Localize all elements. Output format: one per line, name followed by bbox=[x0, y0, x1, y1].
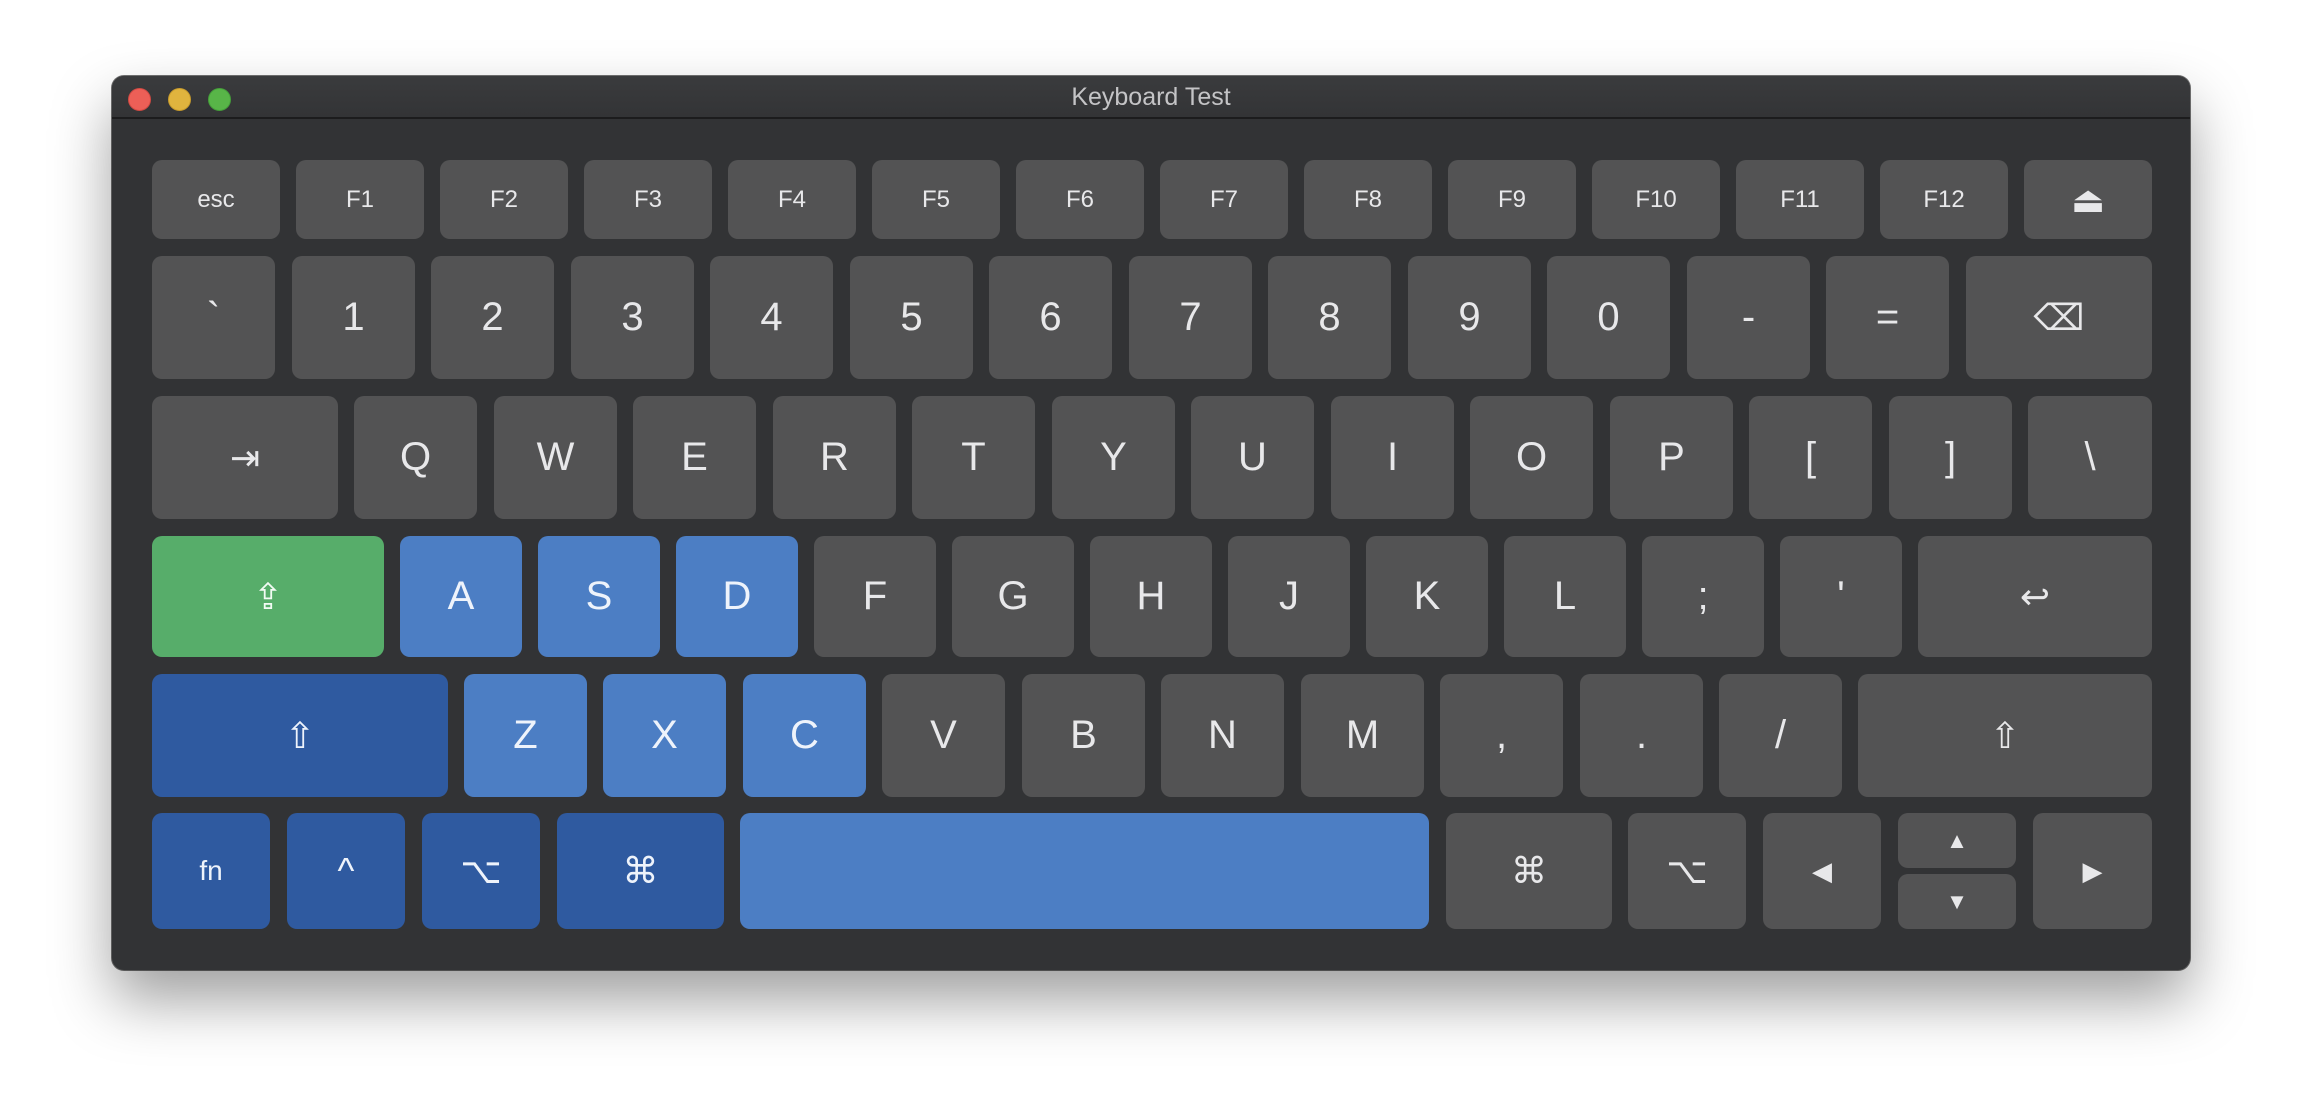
key-fn[interactable]: fn bbox=[152, 813, 270, 929]
key-8[interactable]: 8 bbox=[1268, 256, 1391, 379]
arrow-right-icon: ▶ bbox=[2082, 855, 2103, 886]
key-f2[interactable]: F2 bbox=[440, 160, 568, 239]
key-q[interactable]: Q bbox=[354, 396, 477, 519]
key-slash[interactable]: / bbox=[1719, 674, 1842, 797]
option-icon: ⌥ bbox=[460, 850, 502, 891]
key-o[interactable]: O bbox=[1470, 396, 1593, 519]
key-p[interactable]: P bbox=[1610, 396, 1733, 519]
option-icon: ⌥ bbox=[1666, 850, 1708, 891]
key-backtick[interactable]: ` bbox=[152, 256, 275, 379]
key-y[interactable]: Y bbox=[1052, 396, 1175, 519]
key-l[interactable]: L bbox=[1504, 536, 1626, 657]
key-delete[interactable]: ⌫ bbox=[1966, 256, 2152, 379]
key-right-bracket[interactable]: ] bbox=[1889, 396, 2012, 519]
key-9[interactable]: 9 bbox=[1408, 256, 1531, 379]
eject-icon: ⏏ bbox=[2070, 178, 2105, 220]
key-right-option[interactable]: ⌥ bbox=[1628, 813, 1746, 929]
key-left-bracket[interactable]: [ bbox=[1749, 396, 1872, 519]
key-k[interactable]: K bbox=[1366, 536, 1488, 657]
key-semicolon[interactable]: ; bbox=[1642, 536, 1764, 657]
title-bar: Keyboard Test bbox=[112, 76, 2190, 119]
tab-icon: ⇥ bbox=[229, 436, 261, 478]
key-v[interactable]: V bbox=[882, 674, 1005, 797]
window-title: Keyboard Test bbox=[1071, 83, 1231, 111]
key-minus[interactable]: - bbox=[1687, 256, 1810, 379]
key-f1[interactable]: F1 bbox=[296, 160, 424, 239]
arrow-down-icon: ▼ bbox=[1946, 888, 1968, 914]
key-space[interactable] bbox=[740, 813, 1429, 929]
key-7[interactable]: 7 bbox=[1129, 256, 1252, 379]
key-f11[interactable]: F11 bbox=[1736, 160, 1864, 239]
key-arrow-down[interactable]: ▼ bbox=[1898, 874, 2016, 929]
key-b[interactable]: B bbox=[1022, 674, 1145, 797]
key-f8[interactable]: F8 bbox=[1304, 160, 1432, 239]
key-g[interactable]: G bbox=[952, 536, 1074, 657]
control-icon: ^ bbox=[337, 850, 355, 891]
key-eject[interactable]: ⏏ bbox=[2024, 160, 2152, 239]
key-f7[interactable]: F7 bbox=[1160, 160, 1288, 239]
key-caps-lock[interactable]: ⇪ bbox=[152, 536, 384, 657]
key-a[interactable]: A bbox=[400, 536, 522, 657]
return-icon: ↩ bbox=[2019, 575, 2051, 617]
key-left-option[interactable]: ⌥ bbox=[422, 813, 540, 929]
key-z[interactable]: Z bbox=[464, 674, 587, 797]
key-tab[interactable]: ⇥ bbox=[152, 396, 338, 519]
key-left-command[interactable]: ⌘ bbox=[557, 813, 724, 929]
key-f9[interactable]: F9 bbox=[1448, 160, 1576, 239]
key-f5[interactable]: F5 bbox=[872, 160, 1000, 239]
key-c[interactable]: C bbox=[743, 674, 866, 797]
key-m[interactable]: M bbox=[1301, 674, 1424, 797]
key-1[interactable]: 1 bbox=[292, 256, 415, 379]
key-f12[interactable]: F12 bbox=[1880, 160, 2008, 239]
key-equals[interactable]: = bbox=[1826, 256, 1949, 379]
key-i[interactable]: I bbox=[1331, 396, 1454, 519]
key-j[interactable]: J bbox=[1228, 536, 1350, 657]
key-arrow-left[interactable]: ◀ bbox=[1763, 813, 1881, 929]
key-n[interactable]: N bbox=[1161, 674, 1284, 797]
arrow-left-icon: ◀ bbox=[1812, 855, 1832, 886]
key-4[interactable]: 4 bbox=[710, 256, 833, 379]
key-h[interactable]: H bbox=[1090, 536, 1212, 657]
key-6[interactable]: 6 bbox=[989, 256, 1112, 379]
key-backslash[interactable]: \ bbox=[2028, 396, 2152, 519]
key-f[interactable]: F bbox=[814, 536, 936, 657]
shift-icon: ⇧ bbox=[1989, 714, 2021, 756]
key-d[interactable]: D bbox=[676, 536, 798, 657]
key-s[interactable]: S bbox=[538, 536, 660, 657]
shift-icon: ⇧ bbox=[284, 714, 316, 756]
key-f10[interactable]: F10 bbox=[1592, 160, 1720, 239]
key-2[interactable]: 2 bbox=[431, 256, 554, 379]
key-esc[interactable]: esc bbox=[152, 160, 280, 239]
key-return[interactable]: ↩ bbox=[1918, 536, 2152, 657]
key-left-shift[interactable]: ⇧ bbox=[152, 674, 448, 797]
key-r[interactable]: R bbox=[773, 396, 896, 519]
key-quote[interactable]: ' bbox=[1780, 536, 1902, 657]
key-t[interactable]: T bbox=[912, 396, 1035, 519]
command-icon: ⌘ bbox=[622, 850, 659, 891]
key-arrow-right[interactable]: ▶ bbox=[2033, 813, 2152, 929]
delete-backward-icon: ⌫ bbox=[2033, 296, 2085, 338]
key-period[interactable]: . bbox=[1580, 674, 1703, 797]
key-e[interactable]: E bbox=[633, 396, 756, 519]
keyboard-test-window: Keyboard Test esc F1 F2 F3 F4 F5 F6 F7 F… bbox=[112, 76, 2190, 970]
key-x[interactable]: X bbox=[603, 674, 726, 797]
arrow-up-icon: ▲ bbox=[1946, 827, 1968, 853]
key-w[interactable]: W bbox=[494, 396, 617, 519]
key-right-command[interactable]: ⌘ bbox=[1446, 813, 1612, 929]
key-5[interactable]: 5 bbox=[850, 256, 973, 379]
key-f6[interactable]: F6 bbox=[1016, 160, 1144, 239]
key-arrow-up[interactable]: ▲ bbox=[1898, 813, 2016, 868]
key-right-shift[interactable]: ⇧ bbox=[1858, 674, 2152, 797]
key-f3[interactable]: F3 bbox=[584, 160, 712, 239]
key-3[interactable]: 3 bbox=[571, 256, 694, 379]
key-u[interactable]: U bbox=[1191, 396, 1314, 519]
command-icon: ⌘ bbox=[1511, 850, 1547, 891]
key-f4[interactable]: F4 bbox=[728, 160, 856, 239]
key-control[interactable]: ^ bbox=[287, 813, 405, 929]
key-0[interactable]: 0 bbox=[1547, 256, 1670, 379]
caps-lock-icon: ⇪ bbox=[252, 575, 284, 617]
key-comma[interactable]: , bbox=[1440, 674, 1563, 797]
